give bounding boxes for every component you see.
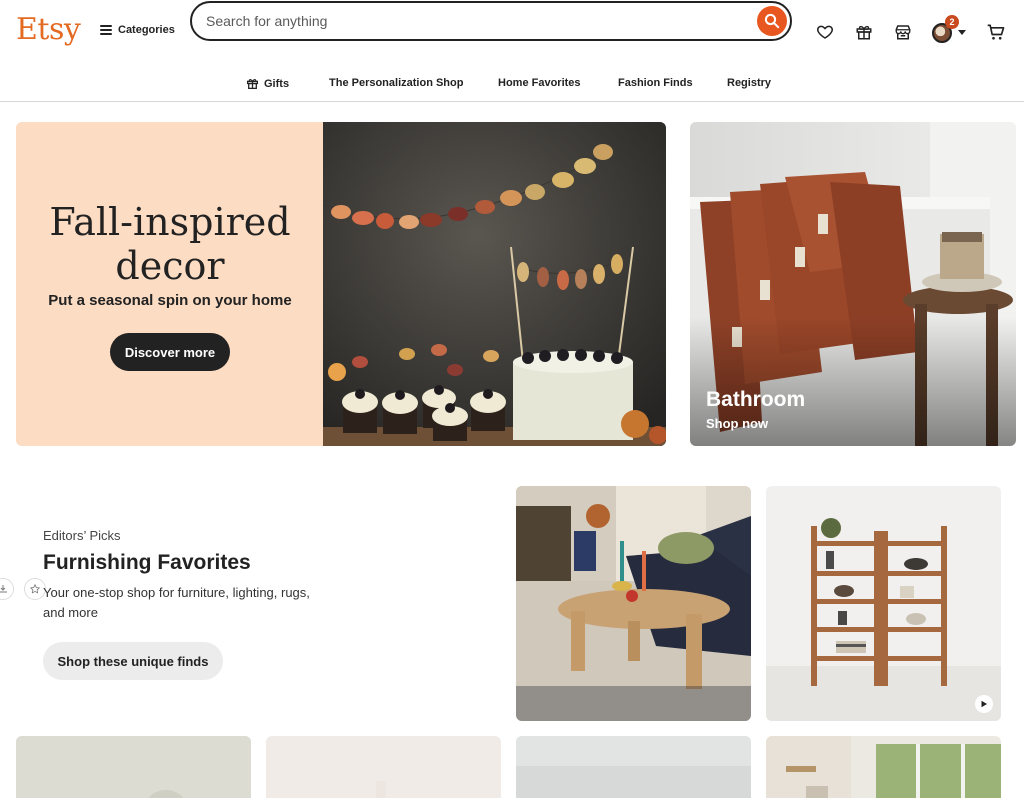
section-kicker: Editors’ Picks [43,528,121,543]
nav-item-gifts[interactable]: Gifts [246,77,289,90]
account-menu[interactable]: 2 [930,15,966,43]
listing-image [16,736,251,798]
listing-card-shelf[interactable] [766,486,1001,721]
hero-subtitle: Put a seasonal spin on your home [48,292,292,309]
play-icon [981,700,987,708]
gifts-button[interactable] [853,21,875,43]
search-input[interactable] [206,3,746,39]
listing-image [266,736,501,798]
nav-item-registry[interactable]: Registry [727,77,771,89]
download-tool[interactable] [0,578,14,600]
listing-card-coffee-table[interactable] [516,486,751,721]
notification-badge: 2 [945,15,959,29]
search-icon [764,13,780,29]
categories-button[interactable]: Categories [100,24,175,36]
bathroom-title: Bathroom [706,388,806,411]
etsy-logo[interactable]: Etsy [16,12,81,47]
heart-icon [817,25,833,39]
categories-label: Categories [118,24,175,36]
cart-icon [987,24,1005,40]
hero-copy: Fall-inspired decor Put a seasonal spin … [16,122,324,446]
shop-icon [895,25,911,40]
bathroom-card[interactable]: Bathroom Shop now [690,122,1016,446]
section-description: Your one-stop shop for furniture, lighti… [43,585,310,620]
play-video-button[interactable] [975,695,993,713]
menu-icon [100,25,112,35]
section-title: Furnishing Favorites [43,551,251,574]
discover-more-button[interactable]: Discover more [110,333,230,371]
star-icon [30,584,40,594]
nav-item-personalization-shop[interactable]: The Personalization Shop [329,77,463,89]
hero-banner: Fall-inspired decor Put a seasonal spin … [16,122,666,446]
nav-item-label: Fashion Finds [618,77,693,89]
nav-item-home-favorites[interactable]: Home Favorites [498,77,581,89]
listing-card-row-2-2[interactable] [266,736,501,798]
listing-image [516,736,751,798]
search-button[interactable] [757,6,787,36]
listing-card-row-2-4[interactable] [766,736,1001,798]
shelf-image [766,486,1001,721]
nav-item-label: Home Favorites [498,77,581,89]
hero-image[interactable] [323,122,666,446]
nav-item-label: Gifts [264,77,290,90]
shop-now-link[interactable]: Shop now [706,416,768,431]
favorites-button[interactable] [814,21,836,43]
nav-item-label: The Personalization Shop [329,77,464,89]
hero-title: Fall-inspired decor [49,200,291,288]
listing-card-row-2-3[interactable] [516,736,751,798]
gift-icon [856,25,872,40]
listing-image [766,736,1001,798]
coffee-table-image [516,486,751,721]
gift-icon [246,79,259,90]
download-icon [0,585,7,593]
category-nav: Gifts The Personalization Shop Home Favo… [0,66,1024,102]
listing-card-row-2-1[interactable] [16,736,251,798]
nav-item-fashion-finds[interactable]: Fashion Finds [618,77,693,89]
chevron-down-icon [958,30,966,35]
cart-button[interactable] [985,21,1007,43]
shop-manager-button[interactable] [892,21,914,43]
site-header: Etsy Categories Search for anything 2 [0,0,1024,66]
shop-unique-finds-button[interactable]: Shop these unique finds [43,642,223,680]
search-bar [190,1,792,41]
nav-item-label: Registry [727,77,772,89]
